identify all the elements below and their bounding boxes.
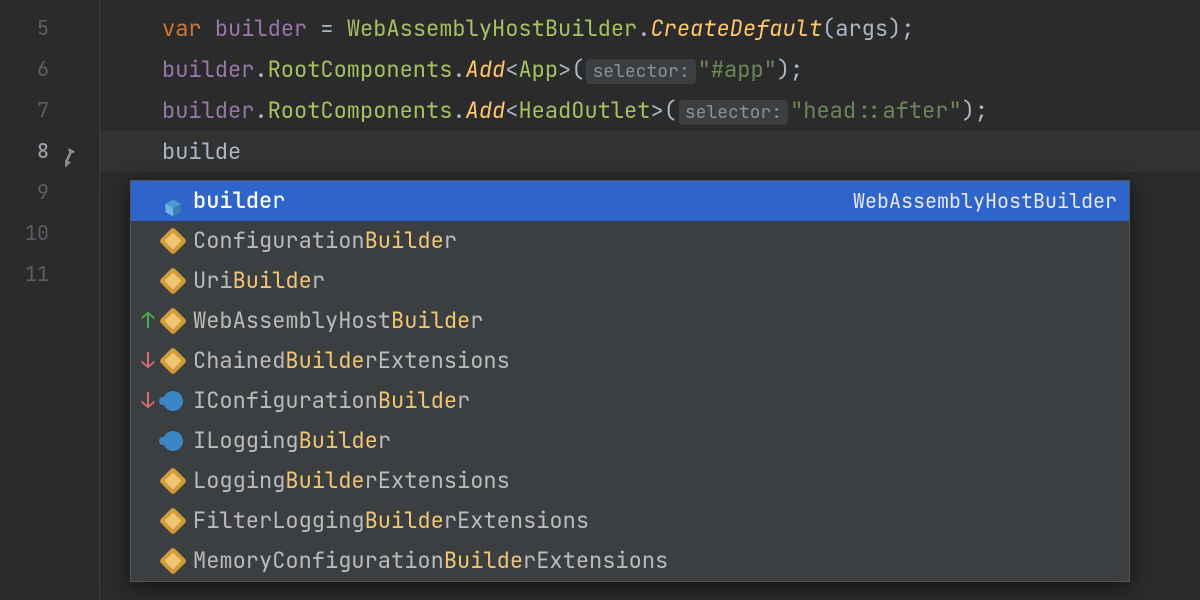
- token-var: builder: [215, 14, 307, 43]
- token-dot: [202, 14, 215, 43]
- token-dot: =: [307, 14, 347, 43]
- rank-up-icon: ↑: [137, 301, 159, 341]
- code-line[interactable]: builder.RootComponents.Add<App>(selector…: [100, 49, 1200, 90]
- class-icon: [159, 351, 187, 371]
- completion-label: builder: [187, 181, 853, 221]
- code-area[interactable]: { Bas var builder = WebAssemblyHostBuild…: [100, 0, 1200, 600]
- line-number: 6: [0, 49, 99, 90]
- line-number: 10: [0, 213, 99, 254]
- completion-item[interactable]: UriBuilder: [131, 261, 1129, 301]
- token-ang: <: [505, 96, 518, 125]
- completion-item[interactable]: ILoggingBuilder: [131, 421, 1129, 461]
- token-dot: .: [254, 55, 267, 84]
- completion-label: WebAssemblyHostBuilder: [187, 301, 1117, 341]
- completion-label: UriBuilder: [187, 261, 1117, 301]
- completion-label: ILoggingBuilder: [187, 421, 1117, 461]
- code-line[interactable]: var builder = WebAssemblyHostBuilder.Cre…: [100, 8, 1200, 49]
- token-dot: .: [452, 96, 465, 125]
- line-number: 9: [0, 172, 99, 213]
- completion-popup[interactable]: builderWebAssemblyHostBuilderConfigurati…: [130, 180, 1130, 582]
- token-dot: args: [835, 14, 888, 43]
- code-line[interactable]: builde: [100, 131, 1200, 172]
- token-type: RootComponents: [268, 96, 453, 125]
- token-type: RootComponents: [268, 55, 453, 84]
- line-number: 11: [0, 254, 99, 295]
- token-par: (: [822, 14, 835, 43]
- completion-label: ConfigurationBuilder: [187, 221, 1117, 261]
- completion-label: FilterLoggingBuilderExtensions: [187, 501, 1117, 541]
- completion-item[interactable]: MemoryConfigurationBuilderExtensions: [131, 541, 1129, 581]
- class-icon: [159, 471, 187, 491]
- completion-item[interactable]: ↓ ChainedBuilderExtensions: [131, 341, 1129, 381]
- token-ang: >: [650, 96, 663, 125]
- completion-type-hint: WebAssemblyHostBuilder: [853, 181, 1117, 221]
- token-par: );: [777, 55, 803, 84]
- completion-label: LoggingBuilderExtensions: [187, 461, 1117, 501]
- class-icon: [159, 511, 187, 531]
- rank-down-icon: ↓: [137, 341, 159, 381]
- token-call: CreateDefault: [650, 14, 822, 43]
- completion-label: MemoryConfigurationBuilderExtensions: [187, 541, 1117, 581]
- token-dot: .: [452, 55, 465, 84]
- token-dot: .: [254, 96, 267, 125]
- code-editor[interactable]: 567891011 { Bas var builder = WebAssembl…: [0, 0, 1200, 600]
- token-var: builder: [162, 55, 254, 84]
- completion-item[interactable]: builderWebAssemblyHostBuilder: [131, 181, 1129, 221]
- token-type: HeadOutlet: [518, 96, 650, 125]
- token-call: Add: [466, 96, 506, 125]
- token-par: );: [888, 14, 914, 43]
- token-ang: >: [558, 55, 571, 84]
- completion-item[interactable]: ↑ WebAssemblyHostBuilder: [131, 301, 1129, 341]
- class-icon: [159, 311, 187, 331]
- class-icon: [159, 271, 187, 291]
- token-str: "head::after": [790, 96, 962, 125]
- token-ang: <: [505, 55, 518, 84]
- build-icon: [59, 141, 81, 163]
- token-call: Add: [466, 55, 506, 84]
- completion-item[interactable]: ↓ IConfigurationBuilder: [131, 381, 1129, 421]
- token-dot: builde: [162, 137, 241, 166]
- rank-down-icon: ↓: [137, 381, 159, 421]
- token-hint: selector:: [586, 59, 695, 84]
- completion-label: ChainedBuilderExtensions: [187, 341, 1117, 381]
- completion-item[interactable]: ConfigurationBuilder: [131, 221, 1129, 261]
- token-var: builder: [162, 96, 254, 125]
- interface-icon: [159, 391, 187, 411]
- variable-icon: [159, 191, 187, 211]
- completion-label: IConfigurationBuilder: [187, 381, 1117, 421]
- token-par: );: [962, 96, 988, 125]
- line-number: 7: [0, 90, 99, 131]
- line-number: 8: [0, 131, 99, 172]
- token-par: (: [664, 96, 677, 125]
- token-dot: .: [637, 14, 650, 43]
- gutter: 567891011: [0, 0, 100, 600]
- token-hint: selector:: [679, 100, 788, 125]
- ghost-text: { Bas: [1150, 180, 1200, 220]
- token-par: (: [571, 55, 584, 84]
- token-type: WebAssemblyHostBuilder: [347, 14, 637, 43]
- completion-item[interactable]: FilterLoggingBuilderExtensions: [131, 501, 1129, 541]
- token-type: App: [518, 55, 558, 84]
- class-icon: [159, 551, 187, 571]
- interface-icon: [159, 431, 187, 451]
- line-number: 5: [0, 8, 99, 49]
- token-str: "#app": [698, 55, 777, 84]
- class-icon: [159, 231, 187, 251]
- code-line[interactable]: builder.RootComponents.Add<HeadOutlet>(s…: [100, 90, 1200, 131]
- token-kw: var: [162, 14, 202, 43]
- completion-item[interactable]: LoggingBuilderExtensions: [131, 461, 1129, 501]
